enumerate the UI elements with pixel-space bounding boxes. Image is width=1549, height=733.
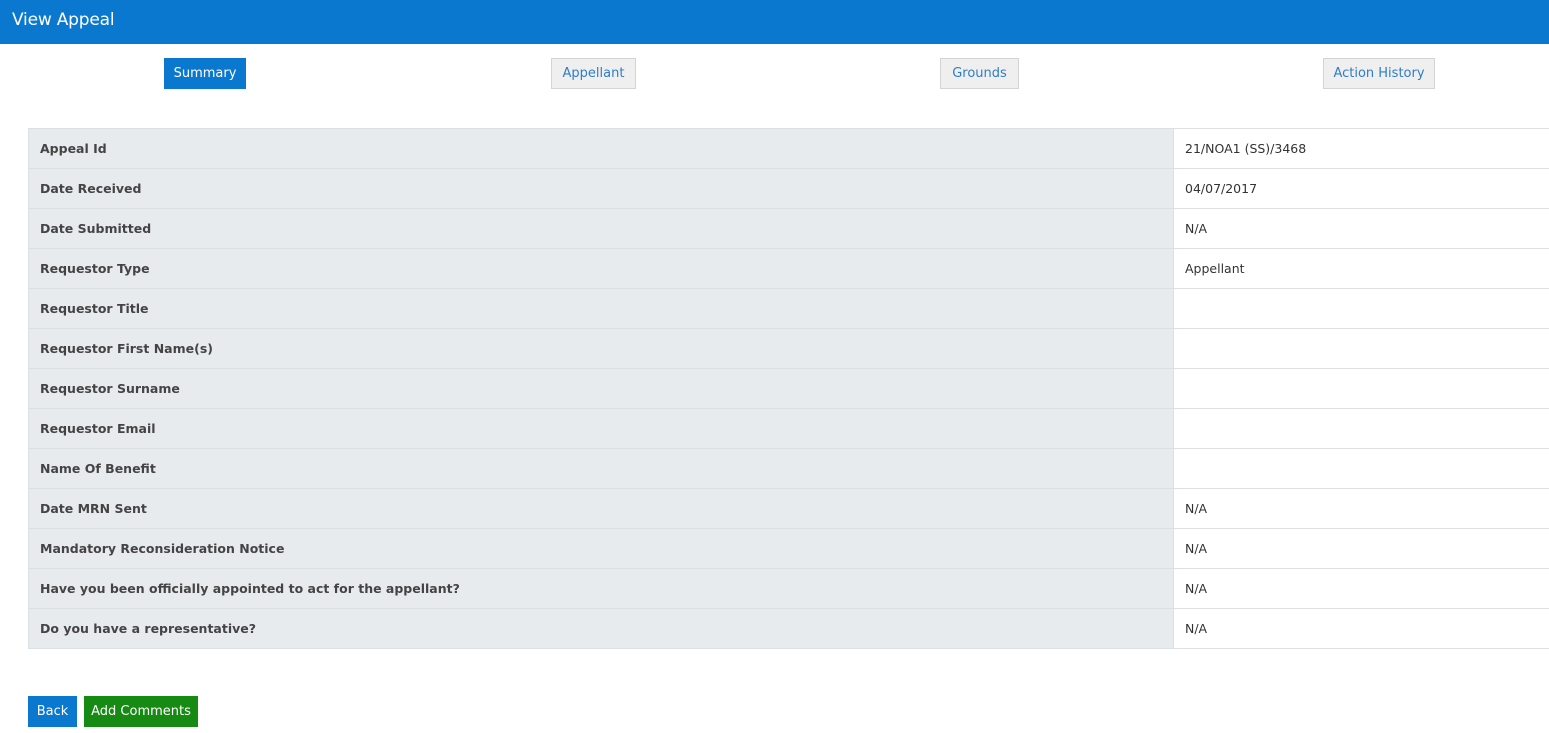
- tab-grounds[interactable]: Grounds: [940, 58, 1019, 89]
- field-label-appeal-id: Appeal Id: [28, 128, 1174, 169]
- title-bar: View Appeal: [0, 0, 1549, 44]
- table-row: Appeal Id 21/NOA1 (SS)/3468: [28, 128, 1549, 169]
- table-row: Requestor First Name(s): [28, 328, 1549, 369]
- tab-action-history[interactable]: Action History: [1323, 58, 1435, 89]
- field-value-mandatory-reconsideration-notice: N/A: [1173, 528, 1549, 569]
- field-value-requestor-first-names: [1173, 328, 1549, 369]
- field-label-requestor-title: Requestor Title: [28, 288, 1174, 329]
- field-value-requestor-type: Appellant: [1173, 248, 1549, 289]
- field-label-date-submitted: Date Submitted: [28, 208, 1174, 249]
- table-row: Requestor Title: [28, 288, 1549, 329]
- field-value-date-submitted: N/A: [1173, 208, 1549, 249]
- field-value-requestor-email: [1173, 408, 1549, 449]
- table-row: Date MRN Sent N/A: [28, 488, 1549, 529]
- table-row: Name Of Benefit: [28, 448, 1549, 489]
- table-row: Mandatory Reconsideration Notice N/A: [28, 528, 1549, 569]
- field-label-requestor-surname: Requestor Surname: [28, 368, 1174, 409]
- table-row: Date Submitted N/A: [28, 208, 1549, 249]
- field-value-appeal-id: 21/NOA1 (SS)/3468: [1173, 128, 1549, 169]
- tab-summary[interactable]: Summary: [164, 58, 246, 89]
- table-row: Requestor Email: [28, 408, 1549, 449]
- field-value-officially-appointed: N/A: [1173, 568, 1549, 609]
- field-value-requestor-surname: [1173, 368, 1549, 409]
- table-row: Requestor Type Appellant: [28, 248, 1549, 289]
- field-label-officially-appointed: Have you been officially appointed to ac…: [28, 568, 1174, 609]
- table-row: Requestor Surname: [28, 368, 1549, 409]
- table-row: Have you been officially appointed to ac…: [28, 568, 1549, 609]
- field-value-date-mrn-sent: N/A: [1173, 488, 1549, 529]
- field-label-name-of-benefit: Name Of Benefit: [28, 448, 1174, 489]
- field-value-has-representative: N/A: [1173, 608, 1549, 649]
- field-label-has-representative: Do you have a representative?: [28, 608, 1174, 649]
- field-label-requestor-type: Requestor Type: [28, 248, 1174, 289]
- appeal-details-table: Appeal Id 21/NOA1 (SS)/3468 Date Receive…: [28, 128, 1549, 649]
- tab-appellant[interactable]: Appellant: [551, 58, 636, 89]
- back-button[interactable]: Back: [28, 696, 77, 727]
- page-title: View Appeal: [12, 10, 115, 30]
- field-label-requestor-first-names: Requestor First Name(s): [28, 328, 1174, 369]
- table-row: Do you have a representative? N/A: [28, 608, 1549, 649]
- field-value-requestor-title: [1173, 288, 1549, 329]
- field-label-date-mrn-sent: Date MRN Sent: [28, 488, 1174, 529]
- add-comments-button[interactable]: Add Comments: [84, 696, 198, 727]
- field-value-date-received: 04/07/2017: [1173, 168, 1549, 209]
- field-value-name-of-benefit: [1173, 448, 1549, 489]
- field-label-mandatory-reconsideration-notice: Mandatory Reconsideration Notice: [28, 528, 1174, 569]
- field-label-requestor-email: Requestor Email: [28, 408, 1174, 449]
- table-row: Date Received 04/07/2017: [28, 168, 1549, 209]
- field-label-date-received: Date Received: [28, 168, 1174, 209]
